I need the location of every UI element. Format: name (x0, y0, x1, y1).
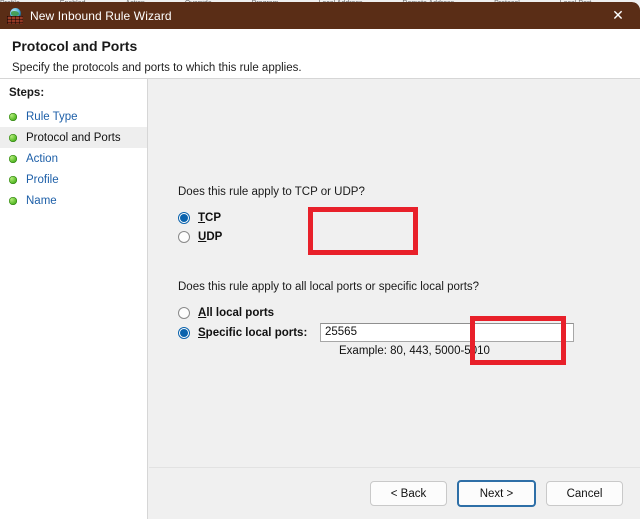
radio-specific-local-ports[interactable]: Specific local ports: (178, 327, 307, 339)
radio-all-local-ports[interactable]: All local ports (178, 307, 274, 319)
radio-udp[interactable]: UDP (178, 231, 222, 243)
protocol-question-label: Does this rule apply to TCP or UDP? (178, 186, 365, 198)
port-example-hint: Example: 80, 443, 5000-5010 (339, 345, 490, 357)
radio-tcp[interactable]: TCP (178, 212, 221, 224)
step-bullet-icon (9, 196, 17, 205)
step-bullet-icon (9, 133, 17, 142)
main-panel: Does this rule apply to TCP or UDP? TCP … (148, 79, 640, 519)
title-bar: New Inbound Rule Wizard ✕ (0, 2, 640, 29)
sidebar-item-name[interactable]: Name (0, 190, 147, 211)
page-subtitle: Specify the protocols and ports to which… (12, 62, 302, 74)
cancel-button[interactable]: Cancel (546, 481, 623, 506)
specific-ports-input[interactable]: 25565 (320, 323, 574, 342)
window-body: Steps: Rule Type Protocol and Ports Acti… (0, 79, 640, 519)
ports-question-label: Does this rule apply to all local ports … (178, 281, 480, 293)
radio-tcp-label: TCP (198, 212, 222, 224)
sidebar-item-action[interactable]: Action (0, 148, 147, 169)
window-title: New Inbound Rule Wizard (30, 8, 172, 23)
radio-tcp-indicator[interactable] (178, 212, 190, 224)
protocol-options-highlight (308, 207, 418, 255)
back-button[interactable]: < Back (370, 481, 447, 506)
radio-specific-local-ports-label: Specific local ports: (198, 327, 308, 339)
wizard-footer: < Back Next > Cancel (149, 467, 640, 519)
step-bullet-icon (9, 154, 17, 163)
steps-sidebar: Steps: Rule Type Protocol and Ports Acti… (0, 79, 148, 519)
sidebar-item-label: Profile (26, 173, 59, 186)
sidebar-item-label: Rule Type (26, 110, 78, 123)
step-bullet-icon (9, 112, 17, 121)
close-icon[interactable]: ✕ (596, 2, 640, 29)
step-bullet-icon (9, 175, 17, 184)
radio-specific-local-ports-indicator[interactable] (178, 327, 190, 339)
radio-all-local-ports-indicator[interactable] (178, 307, 190, 319)
radio-all-local-ports-label: All local ports (198, 307, 275, 319)
firewall-globe-wall-icon (7, 7, 23, 24)
page-title: Protocol and Ports (12, 38, 138, 54)
new-inbound-rule-wizard-window: New Inbound Rule Wizard ✕ Protocol and P… (0, 2, 640, 519)
sidebar-item-protocol-and-ports[interactable]: Protocol and Ports (0, 127, 147, 148)
sidebar-item-rule-type[interactable]: Rule Type (0, 106, 147, 127)
sidebar-item-label: Name (26, 194, 57, 207)
sidebar-item-label: Protocol and Ports (26, 131, 121, 144)
sidebar-item-profile[interactable]: Profile (0, 169, 147, 190)
next-button[interactable]: Next > (457, 480, 536, 507)
page-header: Protocol and Ports Specify the protocols… (0, 29, 640, 79)
steps-label: Steps: (9, 87, 45, 99)
sidebar-item-label: Action (26, 152, 58, 165)
radio-udp-indicator[interactable] (178, 231, 190, 243)
radio-udp-label: UDP (198, 231, 223, 243)
